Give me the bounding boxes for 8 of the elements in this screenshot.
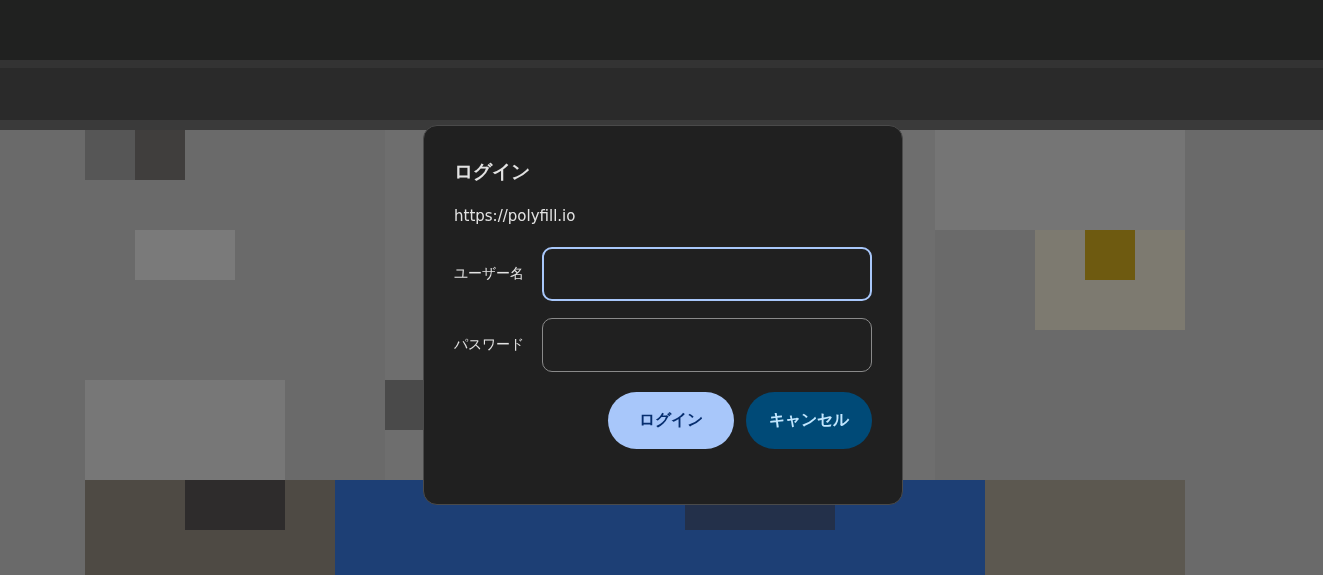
dialog-title: ログイン [454, 159, 531, 184]
input-field[interactable] [542, 247, 872, 301]
site-url: https://polyfill.io [454, 207, 577, 225]
field-label: パスワード [454, 336, 525, 354]
cancel-button[interactable]: キャンセル [746, 392, 872, 449]
input-field[interactable] [542, 318, 872, 372]
login-button[interactable]: ログイン [608, 392, 734, 449]
field-label: ユーザー名 [454, 265, 525, 283]
